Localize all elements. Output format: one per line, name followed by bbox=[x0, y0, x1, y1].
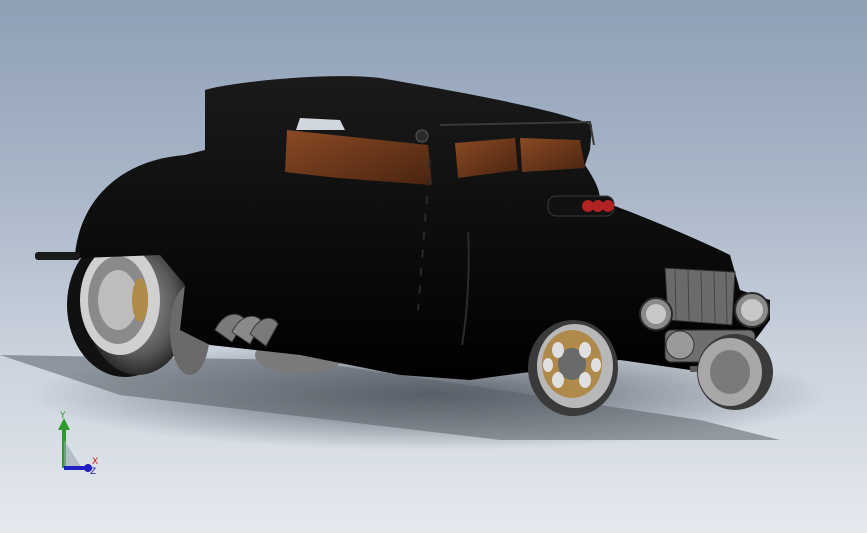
windshield-right bbox=[520, 138, 585, 172]
front-right-wheel bbox=[697, 334, 773, 410]
x-axis-label: X bbox=[92, 457, 98, 467]
triad-plane bbox=[64, 440, 82, 468]
front-left-wheel bbox=[528, 320, 618, 416]
hood-scoop bbox=[547, 195, 615, 217]
z-axis-label: Z bbox=[90, 467, 96, 477]
headlight-left bbox=[639, 297, 673, 331]
rear-bumper bbox=[35, 252, 80, 260]
radiator-grille bbox=[664, 267, 736, 326]
car-model-render[interactable] bbox=[0, 0, 867, 533]
y-axis-label: Y bbox=[59, 411, 66, 421]
coordinate-triad[interactable]: Y X Z bbox=[52, 410, 112, 480]
graphics-viewport[interactable]: Y X Z bbox=[0, 0, 867, 533]
headlight-right bbox=[734, 292, 770, 328]
mirror bbox=[415, 129, 429, 143]
